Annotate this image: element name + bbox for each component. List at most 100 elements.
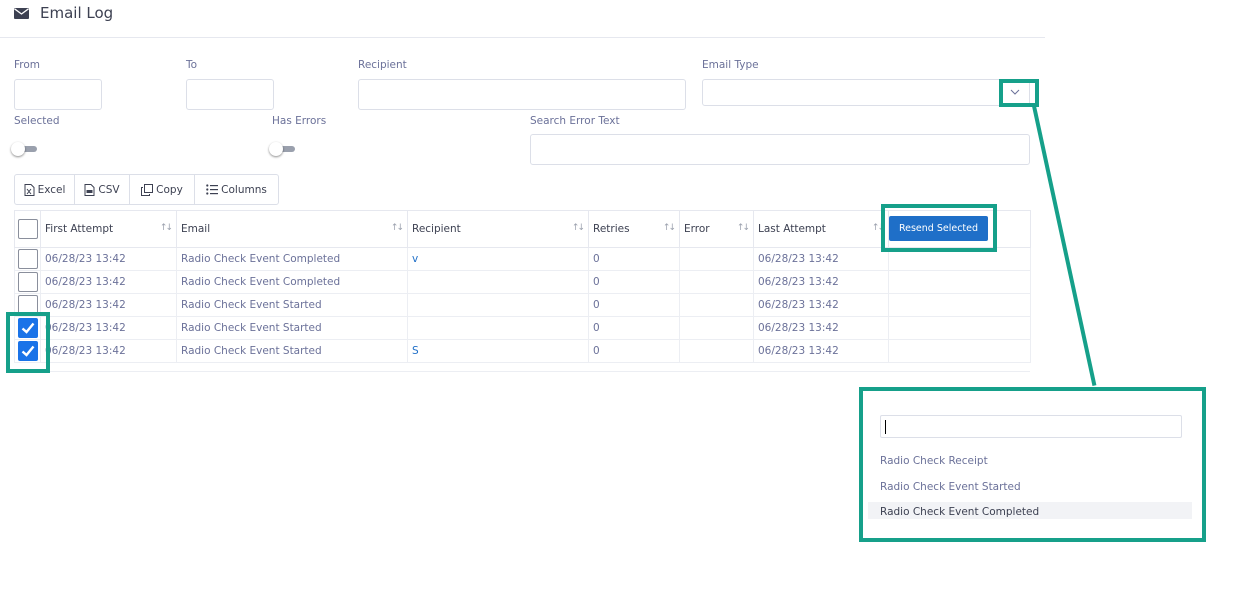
cell-email: Radio Check Event Started — [176, 339, 408, 363]
cell-retries: 0 — [588, 316, 680, 340]
cell-actions — [888, 316, 1031, 340]
csv-label: CSV — [98, 183, 120, 196]
column-header-recipient[interactable]: Recipient ↑↓ — [407, 210, 589, 248]
cell-last-attempt: 06/28/23 13:42 — [753, 247, 889, 271]
cell-first-attempt: 06/28/23 13:42 — [40, 316, 177, 340]
list-icon — [206, 184, 219, 195]
cell-retries: 0 — [588, 247, 680, 271]
table-row[interactable]: 06/28/23 13:42 Radio Check Event Started 0… — [14, 293, 1031, 317]
has-errors-label: Has Errors — [272, 115, 327, 127]
header-divider — [0, 37, 1045, 38]
partial-row — [14, 364, 1030, 372]
callout-connector — [1032, 105, 1097, 386]
dropdown-option-radio-check-event-started[interactable]: Radio Check Event Started — [880, 481, 1021, 493]
dropdown-option-radio-check-receipt[interactable]: Radio Check Receipt — [880, 455, 988, 467]
from-label: From — [14, 59, 41, 71]
cell-error — [679, 316, 754, 340]
table-row[interactable]: 06/28/23 13:42 Radio Check Event Complete… — [14, 270, 1031, 294]
select-all-cell — [14, 210, 41, 248]
to-label: To — [186, 59, 198, 71]
table-row[interactable]: 06/28/23 13:42 Radio Check Event Started S… — [14, 339, 1031, 363]
cell-first-attempt: 06/28/23 13:42 — [40, 293, 177, 317]
sort-icon: ↑↓ — [571, 223, 585, 233]
table-row[interactable]: 06/28/23 13:42 Radio Check Event Complete… — [14, 247, 1031, 271]
excel-button[interactable]: Excel — [15, 175, 75, 204]
cell-retries: 0 — [588, 293, 680, 317]
email-log-table: First Attempt ↑↓ Email ↑↓ Recipient ↑↓ Retr… — [14, 210, 1031, 363]
cell-last-attempt: 06/28/23 13:42 — [753, 316, 889, 340]
cell-recipient: v — [407, 247, 589, 271]
has-errors-toggle[interactable] — [269, 142, 295, 156]
copy-icon — [141, 183, 154, 196]
column-header-label: Last Attempt — [758, 223, 826, 235]
column-header-label: Recipient — [412, 223, 461, 235]
row-checkbox[interactable] — [18, 272, 38, 292]
cell-recipient — [407, 293, 589, 317]
cell-error — [679, 339, 754, 363]
checkbox-highlight-box — [6, 312, 50, 373]
cell-last-attempt: 06/28/23 13:42 — [753, 270, 889, 294]
dropdown-toggle-highlight-box — [999, 79, 1039, 107]
column-header-retries[interactable]: Retries ↑↓ — [588, 210, 680, 248]
row-select-cell — [14, 270, 41, 294]
column-header-email[interactable]: Email ↑↓ — [176, 210, 408, 248]
cell-error — [679, 247, 754, 271]
cell-error — [679, 293, 754, 317]
cell-email: Radio Check Event Started — [176, 293, 408, 317]
column-header-first-attempt[interactable]: First Attempt ↑↓ — [40, 210, 177, 248]
table-row[interactable]: 06/28/23 13:42 Radio Check Event Started 0… — [14, 316, 1031, 340]
to-date-input[interactable] — [186, 79, 274, 110]
copy-button[interactable]: Copy — [130, 175, 195, 204]
column-header-label: Email — [181, 223, 211, 235]
column-header-label: Retries — [593, 223, 630, 235]
cell-email: Radio Check Event Completed — [176, 270, 408, 294]
column-header-last-attempt[interactable]: Last Attempt ↑↓ — [753, 210, 889, 248]
cell-email: Radio Check Event Started — [176, 316, 408, 340]
cell-first-attempt: 06/28/23 13:42 — [40, 247, 177, 271]
recipient-input[interactable] — [358, 79, 686, 110]
table-header-row: First Attempt ↑↓ Email ↑↓ Recipient ↑↓ Retr… — [14, 210, 1031, 248]
cell-first-attempt: 06/28/23 13:42 — [40, 339, 177, 363]
selected-label: Selected — [14, 115, 60, 127]
cell-recipient: S — [407, 339, 589, 363]
columns-button[interactable]: Columns — [195, 175, 278, 204]
select-all-checkbox[interactable] — [18, 219, 38, 239]
cell-actions — [888, 293, 1031, 317]
page-title: Email Log — [40, 4, 114, 22]
column-header-error[interactable]: Error ↑↓ — [679, 210, 754, 248]
cell-actions — [888, 339, 1031, 363]
column-header-label: First Attempt — [45, 223, 114, 235]
sort-icon: ↑↓ — [159, 223, 173, 233]
excel-file-icon — [24, 183, 35, 196]
cell-last-attempt: 06/28/23 13:42 — [753, 293, 889, 317]
row-select-cell — [14, 247, 41, 271]
dropdown-option-radio-check-event-completed[interactable]: Radio Check Event Completed — [868, 502, 1192, 519]
sort-icon: ↑↓ — [736, 223, 750, 233]
email-type-label: Email Type — [702, 59, 759, 71]
cell-last-attempt: 06/28/23 13:42 — [753, 339, 889, 363]
recipient-label: Recipient — [358, 59, 407, 71]
sort-icon: ↑↓ — [662, 223, 676, 233]
export-toolbar: Excel CSV Copy Columns — [14, 174, 279, 205]
row-checkbox[interactable] — [18, 249, 38, 269]
dropdown-search-input[interactable] — [880, 415, 1182, 438]
cell-recipient — [407, 316, 589, 340]
envelope-icon — [14, 8, 29, 19]
copy-label: Copy — [156, 183, 183, 196]
search-error-label: Search Error Text — [530, 115, 620, 127]
cell-actions — [888, 270, 1031, 294]
csv-button[interactable]: CSV — [75, 175, 130, 204]
resend-highlight-box — [881, 204, 997, 252]
cell-retries: 0 — [588, 339, 680, 363]
cell-recipient — [407, 270, 589, 294]
from-date-input[interactable] — [14, 79, 102, 110]
text-cursor — [885, 420, 886, 434]
sort-icon: ↑↓ — [390, 223, 404, 233]
email-type-select[interactable] — [702, 79, 1030, 106]
selected-toggle[interactable] — [11, 142, 37, 156]
search-error-input[interactable] — [530, 134, 1030, 165]
cell-email: Radio Check Event Completed — [176, 247, 408, 271]
cell-error — [679, 270, 754, 294]
excel-label: Excel — [37, 183, 66, 196]
cell-retries: 0 — [588, 270, 680, 294]
